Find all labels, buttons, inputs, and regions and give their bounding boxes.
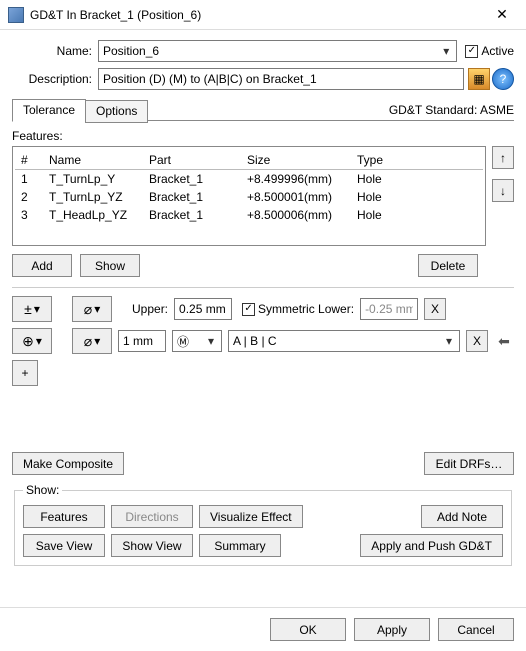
chevron-down-icon: ▾ bbox=[438, 44, 454, 58]
symmetric-lower-label: Symmetric Lower: bbox=[258, 302, 354, 316]
material-modifier-dropdown[interactable]: Ⓜ ▾ bbox=[172, 330, 222, 352]
save-view-button[interactable]: Save View bbox=[23, 534, 105, 557]
apply-button[interactable]: Apply bbox=[354, 618, 430, 641]
active-label: Active bbox=[481, 44, 514, 58]
active-checkbox[interactable]: ✓ Active bbox=[465, 44, 514, 58]
gdt-standard-label: GD&T Standard: ASME bbox=[389, 103, 514, 121]
datum-dropdown[interactable]: A | B | C ▾ bbox=[228, 330, 460, 352]
add-note-button[interactable]: Add Note bbox=[421, 505, 503, 528]
name-combo[interactable]: Position_6 ▾ bbox=[98, 40, 457, 62]
diameter-icon: ⌀ bbox=[84, 333, 92, 350]
col-idx: # bbox=[15, 151, 43, 170]
upper-label: Upper: bbox=[132, 302, 168, 316]
chevron-down-icon: ▾ bbox=[94, 334, 100, 348]
remove-fcf-button[interactable]: X bbox=[466, 330, 488, 352]
visualize-effect-button[interactable]: Visualize Effect bbox=[199, 505, 303, 528]
features-title: Features: bbox=[12, 129, 514, 143]
show-features-button[interactable]: Features bbox=[23, 505, 105, 528]
description-input[interactable] bbox=[98, 68, 464, 90]
table-row[interactable]: 3 T_HeadLp_YZ Bracket_1 +8.500006(mm) Ho… bbox=[15, 206, 483, 224]
move-up-button[interactable]: ↑ bbox=[492, 146, 514, 169]
col-type: Type bbox=[351, 151, 483, 170]
summary-button[interactable]: Summary bbox=[199, 534, 281, 557]
lower-input bbox=[360, 298, 418, 320]
checkbox-check-icon: ✓ bbox=[465, 45, 478, 58]
titlebar: GD&T In Bracket_1 (Position_6) ✕ bbox=[0, 0, 526, 30]
diameter-symbol-dropdown[interactable]: ⌀ ▾ bbox=[72, 296, 112, 322]
chevron-down-icon: ▾ bbox=[34, 302, 40, 316]
symmetric-lower-checkbox[interactable]: ✓ Symmetric Lower: bbox=[242, 302, 354, 316]
add-fcf-button[interactable]: + bbox=[12, 360, 38, 386]
move-down-button[interactable]: ↓ bbox=[492, 179, 514, 202]
make-composite-button[interactable]: Make Composite bbox=[12, 452, 124, 475]
remove-tol-button[interactable]: X bbox=[424, 298, 446, 320]
upper-input[interactable] bbox=[174, 298, 232, 320]
chevron-down-icon: ▾ bbox=[94, 302, 100, 316]
name-label: Name: bbox=[12, 44, 92, 58]
tab-options[interactable]: Options bbox=[85, 100, 148, 123]
edit-drfs-button[interactable]: Edit DRFs… bbox=[424, 452, 514, 475]
tolerance-value-input[interactable] bbox=[118, 330, 166, 352]
close-button[interactable]: ✕ bbox=[480, 1, 524, 29]
add-button[interactable]: Add bbox=[12, 254, 72, 277]
diameter-symbol-dropdown-2[interactable]: ⌀ ▾ bbox=[72, 328, 112, 354]
show-group: Show: Features Directions Visualize Effe… bbox=[14, 483, 512, 566]
window-title: GD&T In Bracket_1 (Position_6) bbox=[30, 8, 480, 22]
chevron-down-icon: ▾ bbox=[36, 334, 42, 348]
app-icon bbox=[8, 7, 24, 23]
checkbox-check-icon: ✓ bbox=[242, 303, 255, 316]
col-size: Size bbox=[241, 151, 351, 170]
table-row[interactable]: 1 T_TurnLp_Y Bracket_1 +8.499996(mm) Hol… bbox=[15, 170, 483, 189]
datum-value: A | B | C bbox=[233, 334, 277, 348]
name-value: Position_6 bbox=[103, 44, 159, 58]
chevron-down-icon: ▾ bbox=[203, 334, 219, 348]
table-row[interactable]: 2 T_TurnLp_YZ Bracket_1 +8.500001(mm) Ho… bbox=[15, 188, 483, 206]
description-label: Description: bbox=[12, 72, 92, 86]
tolerance-symbol-dropdown[interactable]: ± ▾ bbox=[12, 296, 52, 322]
diameter-icon: ⌀ bbox=[84, 301, 92, 318]
delete-button[interactable]: Delete bbox=[418, 254, 478, 277]
apply-push-button[interactable]: Apply and Push GD&T bbox=[360, 534, 503, 557]
ok-button[interactable]: OK bbox=[270, 618, 346, 641]
geometry-symbol-dropdown[interactable]: ⊕ ▾ bbox=[12, 328, 52, 354]
cancel-button[interactable]: Cancel bbox=[438, 618, 514, 641]
show-button[interactable]: Show bbox=[80, 254, 140, 277]
arrow-left-icon: ⬅ bbox=[494, 333, 514, 349]
col-name: Name bbox=[43, 151, 143, 170]
tab-tolerance[interactable]: Tolerance bbox=[12, 99, 86, 122]
col-part: Part bbox=[143, 151, 241, 170]
show-view-button[interactable]: Show View bbox=[111, 534, 193, 557]
material-modifier-value: Ⓜ bbox=[177, 333, 189, 350]
plusminus-icon: ± bbox=[24, 301, 32, 317]
show-title: Show: bbox=[23, 483, 62, 497]
chevron-down-icon: ▾ bbox=[441, 334, 457, 348]
features-table[interactable]: # Name Part Size Type 1 T_TurnLp_Y Brack… bbox=[12, 146, 486, 246]
grid-icon[interactable]: ▦ bbox=[468, 68, 490, 90]
position-icon: ⊕ bbox=[22, 333, 34, 350]
help-icon[interactable]: ? bbox=[492, 68, 514, 90]
show-directions-button: Directions bbox=[111, 505, 193, 528]
